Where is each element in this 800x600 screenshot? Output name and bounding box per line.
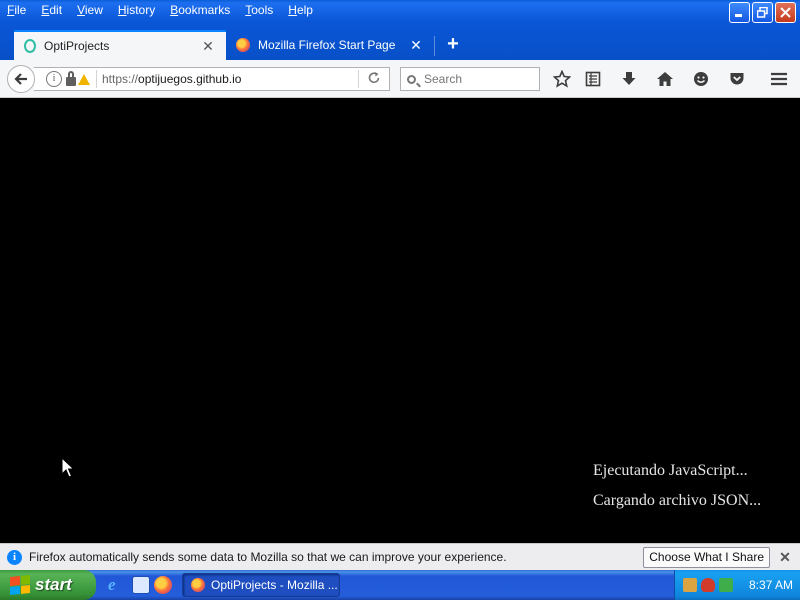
loading-status-javascript: Ejecutando JavaScript... — [593, 462, 748, 479]
taskbar-button-firefox[interactable]: OptiProjects - Mozilla ... — [182, 573, 340, 597]
navigation-toolbar: i https://optijuegos.github.io Search — [0, 60, 800, 98]
restore-icon — [757, 7, 768, 18]
windows-logo-icon — [10, 574, 30, 596]
close-window-button[interactable] — [775, 2, 796, 23]
firefox-icon[interactable] — [154, 576, 172, 594]
reader-list-button[interactable] — [582, 68, 604, 90]
home-button[interactable] — [654, 68, 676, 90]
pocket-button[interactable] — [726, 68, 748, 90]
loading-status-json: Cargando archivo JSON... — [593, 492, 762, 509]
tab-close-icon[interactable]: ✕ — [408, 37, 424, 54]
bookmark-star-button[interactable] — [551, 68, 573, 90]
info-icon[interactable]: i — [46, 71, 62, 87]
back-button[interactable] — [7, 65, 35, 93]
tab-firefox-start-page[interactable]: Mozilla Firefox Start Page ✕ — [226, 30, 434, 60]
menu-tools[interactable]: Tools — [238, 0, 281, 22]
security-shield-icon[interactable] — [701, 578, 715, 592]
tab-separator — [434, 36, 435, 56]
tab-strip: OptiProjects ✕ Mozilla Firefox Start Pag… — [0, 28, 800, 60]
page-content[interactable]: Ejecutando JavaScript... Cargando archiv… — [0, 98, 800, 543]
tab-label: Mozilla Firefox Start Page — [258, 38, 396, 52]
url-separator — [96, 70, 97, 88]
search-placeholder: Search — [424, 72, 463, 86]
url-text[interactable]: https://optijuegos.github.io — [102, 72, 358, 86]
network-icon[interactable] — [683, 578, 697, 592]
new-tab-button[interactable]: + — [442, 33, 464, 57]
firefox-title-bar: File Edit View History Bookmarks Tools H… — [0, 0, 800, 60]
search-icon — [407, 74, 416, 84]
firefox-icon — [236, 38, 250, 52]
firefox-icon — [191, 578, 205, 592]
reading-list-icon — [585, 71, 601, 87]
menu-bookmarks[interactable]: Bookmarks — [163, 0, 238, 22]
menu-view[interactable]: View — [70, 0, 111, 22]
tab-optiprojects[interactable]: OptiProjects ✕ — [14, 30, 226, 60]
menu-edit[interactable]: Edit — [34, 0, 70, 22]
hamburger-menu-icon — [771, 72, 787, 86]
close-notification-icon[interactable]: ✕ — [770, 549, 800, 566]
minimize-icon — [735, 14, 742, 17]
menu-help[interactable]: Help — [281, 0, 321, 22]
info-icon: i — [7, 549, 22, 565]
optiprojects-favicon-icon — [24, 39, 36, 53]
url-host: optijuegos.github.io — [138, 72, 242, 86]
home-icon — [657, 72, 673, 86]
hello-button[interactable] — [690, 68, 712, 90]
close-icon — [780, 7, 791, 18]
warning-icon — [78, 73, 90, 85]
internet-explorer-icon[interactable]: e — [108, 576, 126, 594]
url-prefix: https:// — [102, 72, 139, 86]
start-button[interactable]: start — [0, 570, 96, 600]
restore-button[interactable] — [752, 2, 773, 23]
pocket-icon — [730, 73, 744, 85]
smiley-icon — [694, 72, 708, 86]
reload-icon — [368, 71, 380, 83]
clock[interactable]: 8:37 AM — [749, 578, 793, 592]
menu-button[interactable] — [768, 68, 790, 90]
taskbar-button-label: OptiProjects - Mozilla ... — [211, 578, 338, 592]
choose-what-i-share-button[interactable]: Choose What I Share — [643, 546, 770, 568]
tab-label: OptiProjects — [44, 39, 110, 53]
taskbar: start e OptiProjects - Mozilla ... 8:37 … — [0, 570, 800, 600]
menu-file[interactable]: File — [0, 0, 34, 22]
downloads-button[interactable] — [618, 68, 640, 90]
system-tray: 8:37 AM — [674, 570, 800, 600]
back-arrow-icon — [14, 73, 27, 85]
email-client-icon[interactable] — [132, 576, 150, 594]
window-controls — [729, 2, 796, 23]
download-icon — [622, 72, 636, 85]
star-icon — [553, 70, 571, 88]
lock-icon[interactable] — [66, 70, 76, 86]
menu-history[interactable]: History — [111, 0, 163, 22]
data-reporting-notification: i Firefox automatically sends some data … — [0, 543, 800, 570]
menu-bar: File Edit View History Bookmarks Tools H… — [0, 0, 321, 22]
tab-close-icon[interactable]: ✕ — [200, 38, 216, 55]
reload-button[interactable] — [359, 71, 389, 88]
start-label: start — [35, 575, 72, 594]
search-bar[interactable]: Search — [400, 67, 540, 91]
minimize-button[interactable] — [729, 2, 750, 23]
notification-text: Firefox automatically sends some data to… — [29, 550, 507, 564]
update-icon[interactable] — [719, 578, 733, 592]
url-bar[interactable]: i https://optijuegos.github.io — [34, 67, 390, 91]
